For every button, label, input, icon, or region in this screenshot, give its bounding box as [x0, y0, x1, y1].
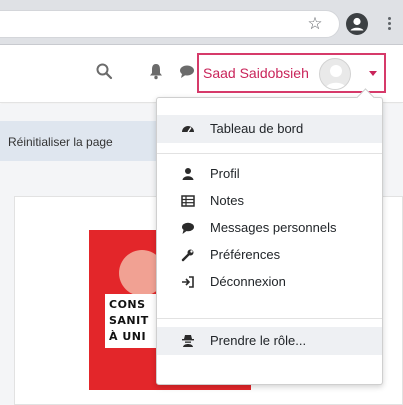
address-bar[interactable] — [0, 10, 340, 38]
reset-page-button[interactable]: Réinitialiser la page — [8, 135, 113, 149]
bell-icon[interactable] — [148, 62, 164, 80]
wrench-icon — [181, 249, 194, 262]
chat-icon — [182, 222, 194, 234]
menu-divider — [157, 318, 382, 319]
menu-item-label: Prendre le rôle... — [210, 333, 307, 348]
menu-item-switch-role[interactable]: Prendre le rôle... — [157, 327, 382, 355]
user-icon — [182, 168, 194, 180]
poster-line-2: SANIT — [109, 314, 149, 327]
account-icon[interactable] — [346, 13, 368, 35]
site-navbar: Saad Saidobsieh — [0, 45, 403, 103]
menu-item-label: Préférences — [210, 247, 281, 262]
menu-item-label: Tableau de bord — [210, 121, 304, 136]
poster-line-1: CONS — [109, 298, 146, 311]
poster-line-3: À UNI — [109, 330, 147, 343]
user-menu-toggle[interactable]: Saad Saidobsieh — [197, 53, 386, 93]
menu-item-notes[interactable]: Notes — [157, 187, 382, 215]
avatar — [319, 58, 351, 90]
user-secret-icon — [182, 335, 194, 347]
caret-down-icon — [369, 71, 377, 76]
browser-toolbar: ☆ — [0, 0, 403, 45]
table-icon — [181, 195, 195, 207]
menu-divider — [157, 153, 382, 154]
menu-item-preferences[interactable]: Préférences — [157, 241, 382, 269]
menu-item-label: Notes — [210, 193, 244, 208]
chat-icon[interactable] — [179, 64, 195, 79]
menu-item-label: Déconnexion — [210, 274, 286, 289]
menu-item-dashboard[interactable]: Tableau de bord — [157, 115, 382, 143]
star-icon[interactable]: ☆ — [306, 15, 324, 33]
menu-item-logout[interactable]: Déconnexion — [157, 268, 382, 296]
menu-item-label: Profil — [210, 166, 240, 181]
menu-item-messages[interactable]: Messages personnels — [157, 214, 382, 242]
dashboard-icon — [182, 126, 194, 133]
user-name: Saad Saidobsieh — [203, 65, 309, 81]
screen: ☆ Saad Saidobsieh Réinitialiser la page … — [0, 0, 403, 405]
menu-item-label: Messages personnels — [210, 220, 337, 235]
kebab-icon[interactable] — [386, 16, 392, 32]
logout-icon — [182, 276, 194, 288]
search-icon[interactable] — [95, 62, 113, 80]
user-dropdown-menu: Tableau de bord Profil Notes Messages pe… — [156, 97, 383, 385]
menu-item-profile[interactable]: Profil — [157, 160, 382, 188]
